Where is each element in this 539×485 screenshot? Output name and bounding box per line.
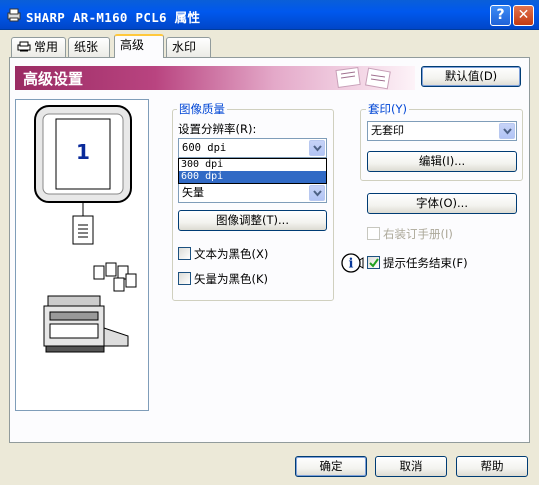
image-quality-title: 图像质量	[177, 101, 227, 117]
tab-paper[interactable]: 纸张	[68, 37, 110, 57]
preview-page-number: 1	[76, 140, 90, 164]
banner-title: 高级设置	[23, 70, 84, 88]
overlay-title: 套印(Y)	[366, 101, 409, 117]
graphics-mode-select[interactable]: 矢量	[178, 183, 327, 203]
help-title-button[interactable]: ?	[490, 5, 511, 26]
dialog-footer: 确定 取消 帮助	[0, 448, 539, 485]
tab-advanced-label: 高级	[120, 38, 145, 52]
svg-text:i: i	[349, 257, 354, 272]
resolution-value: 600 dpi	[182, 142, 227, 154]
banner-graphic	[335, 66, 391, 90]
printer-app-icon	[6, 7, 22, 23]
font-button[interactable]: 字体(O)...	[367, 193, 517, 214]
chevron-down-icon[interactable]	[309, 185, 325, 201]
tab-advanced[interactable]: 高级	[114, 34, 164, 58]
tab-watermark-label: 水印	[172, 40, 197, 54]
image-adjust-button[interactable]: 图像调整(T)...	[178, 210, 327, 231]
graphics-mode-value: 矢量	[182, 186, 204, 199]
overlay-edit-button[interactable]: 编辑(I)...	[367, 151, 517, 172]
close-button[interactable]: ✕	[513, 5, 534, 26]
right-binding-label: 右装订手册(I)	[383, 227, 453, 241]
chevron-down-icon[interactable]	[499, 123, 515, 139]
text-black-checkbox[interactable]	[178, 247, 191, 260]
defaults-button[interactable]: 默认值(D)	[421, 66, 521, 87]
resolution-label: 设置分辨率(R):	[178, 122, 257, 136]
text-black-label: 文本为黑色(X)	[194, 247, 269, 261]
chevron-down-icon[interactable]	[309, 140, 325, 156]
window-title: SHARP AR-M160 PCL6 属性	[26, 10, 201, 25]
vector-black-label: 矢量为黑色(K)	[194, 272, 269, 286]
info-icon: i	[341, 252, 365, 277]
cancel-button[interactable]: 取消	[375, 456, 447, 477]
resolution-dropdown-list: 300 dpi 600 dpi	[178, 158, 327, 184]
resolution-select[interactable]: 600 dpi	[178, 138, 327, 158]
title-bar: SHARP AR-M160 PCL6 属性 ? ✕	[0, 0, 539, 30]
tab-general[interactable]: 常用	[11, 37, 66, 57]
right-binding-checkbox	[367, 227, 380, 240]
tab-paper-label: 纸张	[74, 40, 99, 54]
overlay-select[interactable]: 无套印	[367, 121, 517, 141]
tab-watermark[interactable]: 水印	[166, 37, 211, 57]
section-banner: 高级设置	[15, 66, 415, 90]
job-end-checkbox[interactable]	[367, 256, 380, 269]
tab-general-label: 常用	[34, 40, 59, 54]
resolution-option-600[interactable]: 600 dpi	[179, 171, 326, 183]
ok-button[interactable]: 确定	[295, 456, 367, 477]
help-button[interactable]: 帮助	[456, 456, 528, 477]
vector-black-checkbox[interactable]	[178, 272, 191, 285]
printer-icon	[17, 40, 31, 52]
overlay-value: 无套印	[371, 124, 404, 137]
checkmark-icon	[369, 258, 379, 268]
resolution-option-300[interactable]: 300 dpi	[179, 159, 326, 171]
job-end-label: 提示任务结束(F)	[383, 256, 468, 270]
preview-pane: 1	[15, 99, 149, 411]
